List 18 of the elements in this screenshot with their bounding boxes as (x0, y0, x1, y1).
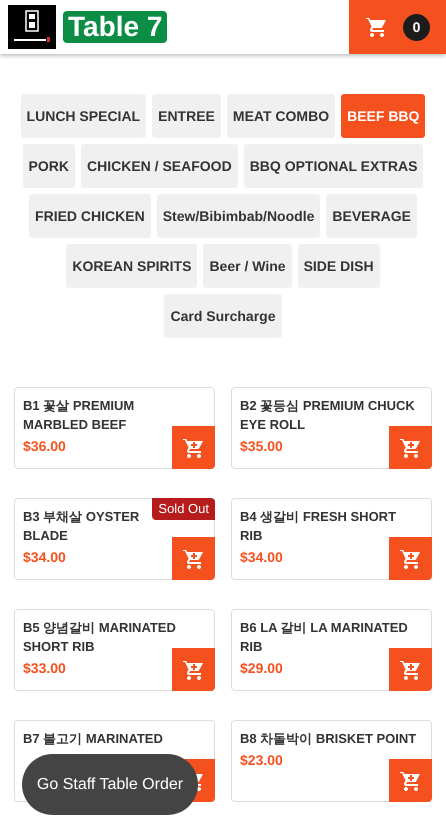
item-price: $36.00 (23, 437, 66, 456)
sold-out-badge: Sold Out (152, 498, 215, 520)
item-price: $29.00 (240, 659, 283, 678)
cart-count-badge: 0 (403, 14, 430, 40)
item-price: $33.00 (23, 659, 66, 678)
item-price: $23.00 (240, 751, 283, 770)
item-name: B3 부채살 OYSTER BLADE (23, 508, 140, 545)
item-name: B7 불고기 MARINATED (23, 730, 163, 748)
item-name: B4 생갈비 FRESH SHORT RIB (240, 508, 398, 545)
item-price: $34.00 (23, 548, 66, 567)
table-label: Table 7 (63, 11, 168, 43)
item-name: B8 차돌박이 BRISKET POINT (240, 730, 416, 748)
item-price: $34.00 (240, 548, 283, 567)
item-name: B1 꽃살 PREMIUM MARBLED BEEF (23, 397, 136, 434)
item-name: B5 양념갈비 MARINATED SHORT RIB (23, 619, 177, 656)
item-price: $35.00 (240, 437, 283, 456)
item-name: B6 LA 갈비 LA MARINATED RIB (240, 619, 409, 656)
item-name: B2 꽃등심 PREMIUM CHUCK EYE ROLL (240, 397, 416, 434)
